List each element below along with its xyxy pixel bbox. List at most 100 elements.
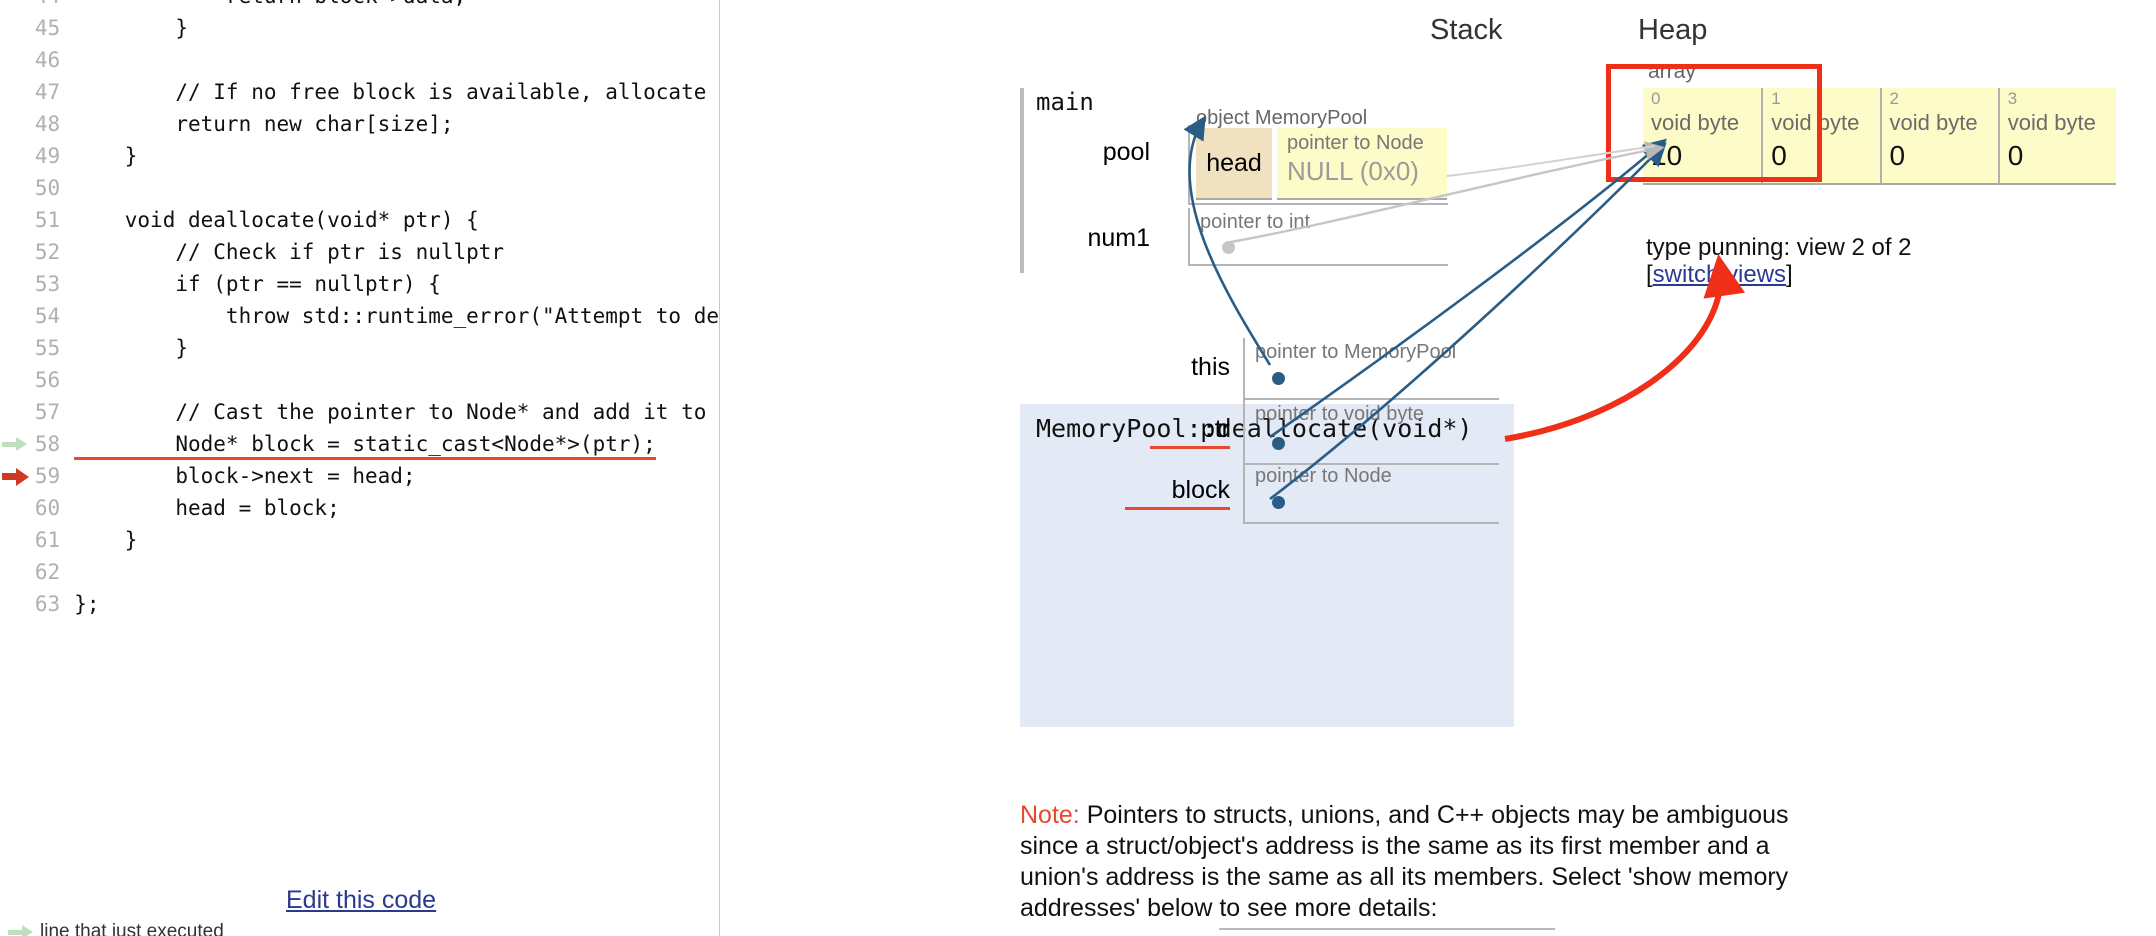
var-label-block: block bbox=[1125, 476, 1230, 510]
gutter-spacer bbox=[0, 108, 32, 140]
code-line-content: block->next = head; bbox=[74, 464, 416, 488]
code-line-number: 47 bbox=[34, 80, 61, 104]
code-line-content: void deallocate(void* ptr) { bbox=[74, 208, 479, 232]
edit-this-code-link[interactable]: Edit this code bbox=[286, 886, 436, 915]
gutter-spacer bbox=[0, 76, 32, 108]
code-line-row: 50 bbox=[0, 172, 719, 204]
code-line-content: } bbox=[74, 16, 188, 40]
var-box-this: pointer to MemoryPool bbox=[1243, 338, 1499, 400]
bracket-close: ] bbox=[1786, 261, 1793, 288]
heap-cell-type: void byte bbox=[1889, 110, 1978, 135]
switch-views-link[interactable]: switch views bbox=[1653, 261, 1786, 288]
code-line-number: 59 bbox=[34, 464, 61, 488]
code-line-text[interactable]: // If no free block is available, alloca… bbox=[74, 76, 719, 108]
code-line-row: 52 // Check if ptr is nullptr bbox=[0, 236, 719, 268]
code-line-number: 46 bbox=[34, 48, 61, 72]
code-line-text[interactable] bbox=[74, 364, 719, 396]
code-line-text[interactable]: } bbox=[74, 332, 719, 364]
gutter-spacer bbox=[0, 556, 32, 588]
gutter-spacer bbox=[0, 236, 32, 268]
code-line-number: 55 bbox=[34, 336, 61, 360]
code-line-text[interactable]: block->next = head; bbox=[74, 460, 719, 492]
type-label-pointer-to-int: pointer to int bbox=[1200, 211, 1311, 233]
code-line-number: 60 bbox=[34, 496, 61, 520]
code-line-content: return new char[size]; bbox=[74, 112, 454, 136]
type-label-pointer-to-node-block: pointer to Node bbox=[1255, 465, 1392, 487]
code-line-row: 44 return block->data; bbox=[0, 0, 719, 12]
code-line-text[interactable]: // Cast the pointer to Node* and add it … bbox=[74, 396, 719, 428]
code-line-row: 48 return new char[size]; bbox=[0, 108, 719, 140]
heap-column-title: Heap bbox=[1638, 14, 1708, 46]
gutter-spacer bbox=[0, 300, 32, 332]
code-line-text[interactable]: } bbox=[74, 524, 719, 556]
heap-cell-index: 2 bbox=[1889, 89, 1899, 108]
legend-just-executed-label: line that just executed bbox=[40, 921, 224, 936]
note-block: Note: Pointers to structs, unions, and C… bbox=[1020, 800, 1840, 924]
var-box-num1: pointer to int bbox=[1188, 208, 1448, 266]
code-line-number: 52 bbox=[34, 240, 61, 264]
var-label-pool: pool bbox=[1102, 138, 1150, 166]
note-body: Pointers to structs, unions, and C++ obj… bbox=[1020, 801, 1789, 922]
stack-frame-main-title: main bbox=[1036, 88, 1094, 116]
code-line-row: 55 } bbox=[0, 332, 719, 364]
code-line-text[interactable]: } bbox=[74, 140, 719, 172]
code-line-row: 51 void deallocate(void* ptr) { bbox=[0, 204, 719, 236]
code-line-row: 57 // Cast the pointer to Node* and add … bbox=[0, 396, 719, 428]
heap-cell-type: void byte bbox=[2007, 110, 2096, 135]
legend-just-executed: line that just executed bbox=[8, 921, 224, 936]
code-line-text[interactable]: Node* block = static_cast<Node*>(ptr); bbox=[74, 428, 719, 460]
bracket-open: [ bbox=[1646, 261, 1653, 288]
code-line-text[interactable]: return new char[size]; bbox=[74, 108, 719, 140]
code-line-row: 59 block->next = head; bbox=[0, 460, 719, 492]
note-label: Note: bbox=[1020, 801, 1080, 829]
code-line-row: 62 bbox=[0, 556, 719, 588]
code-line-number: 45 bbox=[34, 16, 61, 40]
code-line-text[interactable]: return block->data; bbox=[74, 0, 719, 12]
heap-array-cell[interactable]: 2 void byte 0 bbox=[1879, 88, 1998, 183]
type-punning-status: type punning: view 2 of 2 bbox=[1646, 234, 1912, 261]
code-line-row: 49 } bbox=[0, 140, 719, 172]
code-line-text[interactable]: // Check if ptr is nullptr bbox=[74, 236, 719, 268]
code-line-row: 46 bbox=[0, 44, 719, 76]
heap-cell-value: 0 bbox=[2007, 140, 2024, 171]
gutter-spacer bbox=[0, 0, 32, 12]
gutter-spacer bbox=[0, 492, 32, 524]
type-label-pointer-to-node: pointer to Node bbox=[1287, 132, 1424, 154]
gutter-spacer bbox=[0, 140, 32, 172]
value-null: NULL (0x0) bbox=[1287, 156, 1419, 186]
code-line-number: 58 bbox=[34, 432, 61, 456]
code-line-content: // Check if ptr is nullptr bbox=[74, 240, 505, 264]
code-line-text[interactable] bbox=[74, 172, 719, 204]
code-line-content: throw std::runtime_error("Attempt to de bbox=[74, 304, 719, 328]
stack-column-title: Stack bbox=[1430, 14, 1503, 46]
code-line-text[interactable] bbox=[74, 44, 719, 76]
code-line-text[interactable] bbox=[74, 556, 719, 588]
code-line-text[interactable]: if (ptr == nullptr) { bbox=[74, 268, 719, 300]
pointer-dot-ptr bbox=[1272, 437, 1285, 450]
code-line-number: 62 bbox=[34, 560, 61, 584]
gutter-spacer bbox=[0, 12, 32, 44]
code-line-text[interactable]: head = block; bbox=[74, 492, 719, 524]
app-root: 44 return block->data; 45 } 46 47 // If no … bbox=[0, 0, 2156, 936]
code-line-text[interactable]: throw std::runtime_error("Attempt to de bbox=[74, 300, 719, 332]
object-header-memorypool: object MemoryPool bbox=[1196, 107, 1368, 129]
var-label-num1: num1 bbox=[1087, 224, 1150, 252]
code-line-number: 49 bbox=[34, 144, 61, 168]
heap-array-cell[interactable]: 3 void byte 0 bbox=[1997, 88, 2116, 183]
code-listing: 44 return block->data; 45 } 46 47 // If no … bbox=[0, 0, 719, 620]
code-line-text[interactable]: void deallocate(void* ptr) { bbox=[74, 204, 719, 236]
field-name-head: head bbox=[1196, 128, 1272, 200]
pointer-dot-this bbox=[1272, 372, 1285, 385]
code-line-text[interactable]: } bbox=[74, 12, 719, 44]
code-line-number: 61 bbox=[34, 528, 61, 552]
code-line-text[interactable]: }; bbox=[74, 588, 719, 620]
code-line-number: 63 bbox=[34, 592, 61, 616]
code-line-row: 56 bbox=[0, 364, 719, 396]
var-label-this: this bbox=[1191, 353, 1230, 381]
code-line-row: 61 } bbox=[0, 524, 719, 556]
pointer-dot-block bbox=[1272, 496, 1285, 509]
pointer-dot-num1 bbox=[1222, 241, 1235, 254]
code-line-content: head = block; bbox=[74, 496, 340, 520]
code-line-content: } bbox=[74, 336, 188, 360]
red-highlight-box bbox=[1606, 64, 1822, 182]
